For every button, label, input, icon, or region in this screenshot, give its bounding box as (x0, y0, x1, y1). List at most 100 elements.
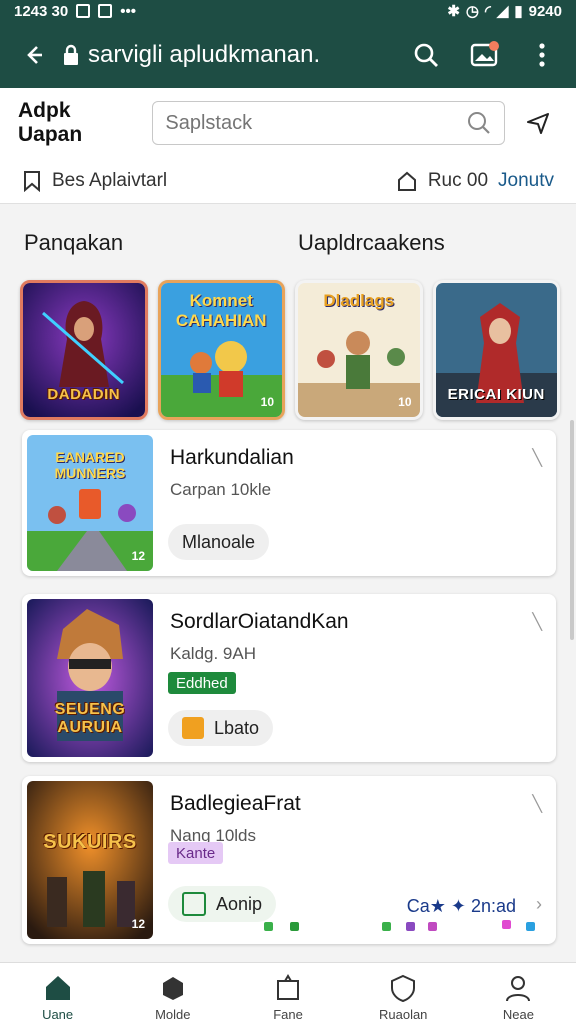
action-pill-button[interactable]: Aonip (168, 886, 277, 922)
filter-left-label: Bes Aplaivtarl (52, 169, 168, 191)
search-header: Adpk Uapan (0, 88, 576, 158)
status-time: 1243 30 (14, 2, 69, 20)
chevron-icon[interactable]: ╲ (532, 794, 542, 814)
game-tile-title: ERICAI KIUN (447, 386, 545, 403)
chevron-icon[interactable]: ╲ (532, 612, 542, 632)
more-vert-icon (539, 43, 545, 67)
home-icon (45, 976, 70, 1000)
tab-uapldrcaakens[interactable]: Uapldrcaakens (298, 230, 445, 256)
sort-filter[interactable]: Ruc 00 Jonutv (396, 170, 554, 192)
confetti-decoration (526, 922, 535, 931)
nav-item-fane[interactable]: Fane (230, 963, 345, 1024)
confetti-decoration (502, 920, 511, 929)
age-rating-badge: 10 (398, 395, 412, 409)
game-subtitle: Carpan 10kle (170, 480, 272, 499)
app-bar: sarvigli apludkmanan. (0, 22, 576, 88)
game-card[interactable]: EANARED MUNNERS 12 Harkundalian Carpan 1… (22, 430, 556, 576)
confetti-decoration (406, 922, 415, 931)
calendar-icon (182, 892, 206, 916)
shield-icon (391, 974, 416, 1003)
nav-label: Molde (155, 1007, 191, 1022)
status-badge: Eddhed (168, 672, 236, 694)
chevron-icon[interactable]: ╲ (532, 448, 542, 468)
alarm-icon: ◷ (465, 3, 479, 20)
action-pill-label: Mlanoale (182, 531, 256, 552)
more-notifications-icon: ••• (120, 2, 136, 20)
nav-item-molde[interactable]: Molde (115, 963, 230, 1024)
search-button[interactable] (406, 35, 446, 75)
bookmark-filter[interactable]: Bes Aplaivtarl (22, 170, 167, 192)
page-title-group: sarvigli apludkmanan. (62, 41, 320, 69)
lock-icon (64, 44, 78, 65)
game-thumbnail: EANARED MUNNERS 12 (27, 435, 153, 571)
send-icon (527, 113, 550, 134)
person-icon (506, 976, 531, 1002)
game-card[interactable]: SEUENG AURUIA SordlarOiatandKan Kaldg. 9… (22, 594, 556, 762)
game-thumbnail: SEUENG AURUIA (27, 599, 153, 757)
game-thumbnail-title: EANARED MUNNERS (54, 449, 126, 481)
game-art-survivors (27, 781, 153, 939)
notification-dot (489, 41, 499, 51)
filter-right-accent: Jonutv (498, 169, 554, 191)
promo-label: Ca★ ✦ 2n:ad (406, 896, 516, 916)
battery-icon: ▮ (514, 3, 523, 20)
game-tile-title: Komnet CAHAHIAN (175, 291, 267, 330)
age-rating-badge: 12 (131, 549, 145, 563)
action-pill-label: Aonip (216, 893, 263, 914)
nav-label: Uane (42, 1007, 74, 1022)
search-icon (467, 112, 490, 134)
search-input[interactable] (165, 111, 458, 135)
heart-notification-icon (98, 4, 113, 18)
chevron-right-icon[interactable]: › (536, 894, 542, 915)
more-options-button[interactable] (522, 35, 562, 75)
nav-item-home[interactable]: Uane (0, 963, 115, 1024)
tabs-row: Panqakan Uapldrcaakens (0, 218, 576, 268)
scrollbar[interactable] (570, 420, 574, 640)
nav-item-ruaolan[interactable]: Ruaolan (346, 963, 461, 1024)
game-title: Harkundalian (170, 446, 294, 469)
section-label: Adpk Uapan (18, 99, 83, 146)
confetti-decoration (290, 922, 299, 931)
search-icon (414, 43, 438, 67)
featured-games-row: DADADIN Komnet CAHAHIAN 10 Dladlags 10 E… (20, 280, 560, 424)
page-title: sarvigli apludkmanan. (88, 41, 321, 68)
game-tile[interactable]: Dladlags 10 (295, 280, 423, 420)
send-button[interactable] (519, 103, 558, 143)
notification-icon (76, 4, 91, 18)
nav-item-neae[interactable]: Neae (461, 963, 576, 1024)
signal-icon: ◢ (496, 3, 509, 20)
game-title: SordlarOiatandKan (170, 610, 349, 633)
filter-row: Bes Aplaivtarl Ruc 00 Jonutv (0, 158, 576, 204)
nav-label: Neae (502, 1007, 534, 1022)
game-title: BadlegieaFrat (170, 792, 301, 815)
action-pill-button[interactable]: Lbato (168, 710, 274, 746)
confetti-decoration (382, 922, 391, 931)
search-box[interactable] (152, 101, 505, 145)
game-subtitle: Kaldg. 9AH (170, 644, 256, 663)
calendar-icon (182, 717, 204, 739)
status-right-text: 9240 (528, 2, 562, 20)
back-button[interactable] (12, 33, 56, 77)
tab-panqakan[interactable]: Panqakan (24, 230, 123, 256)
gallery-button[interactable] (464, 35, 504, 75)
game-thumbnail-title: SUKUIRS (43, 831, 137, 853)
age-rating-badge: 12 (131, 917, 145, 931)
bottom-nav: Uane Molde Fane Ruaolan Neae (0, 962, 576, 1024)
status-bar: 1243 30 ••• ✱ ◷ ◜ ◢ ▮ 9240 (0, 0, 576, 22)
game-card[interactable]: SUKUIRS 12 BadlegieaFrat Nang 10lds ╲ Ka… (22, 776, 556, 944)
home-outline-icon (397, 171, 416, 191)
action-pill-label: Lbato (214, 717, 260, 738)
confetti-decoration (264, 922, 273, 931)
game-thumbnail-title: SEUENG AURUIA (54, 701, 126, 736)
app-screen: 1243 30 ••• ✱ ◷ ◜ ◢ ▮ 9240 sarvigli aplu… (0, 0, 576, 1024)
action-pill-button[interactable]: Mlanoale (168, 524, 270, 560)
game-tile[interactable]: ERICAI KIUN (433, 280, 561, 420)
cube-icon (162, 977, 183, 1000)
bookmark-icon (24, 170, 40, 192)
game-tile-title: DADADIN (47, 386, 121, 403)
game-tile-title: Dladlags (323, 291, 395, 310)
confetti-decoration (428, 922, 437, 931)
game-tile[interactable]: Komnet CAHAHIAN 10 (157, 280, 285, 420)
game-tile[interactable]: DADADIN (20, 280, 148, 420)
filter-right-label: Ruc 00 (427, 169, 489, 191)
